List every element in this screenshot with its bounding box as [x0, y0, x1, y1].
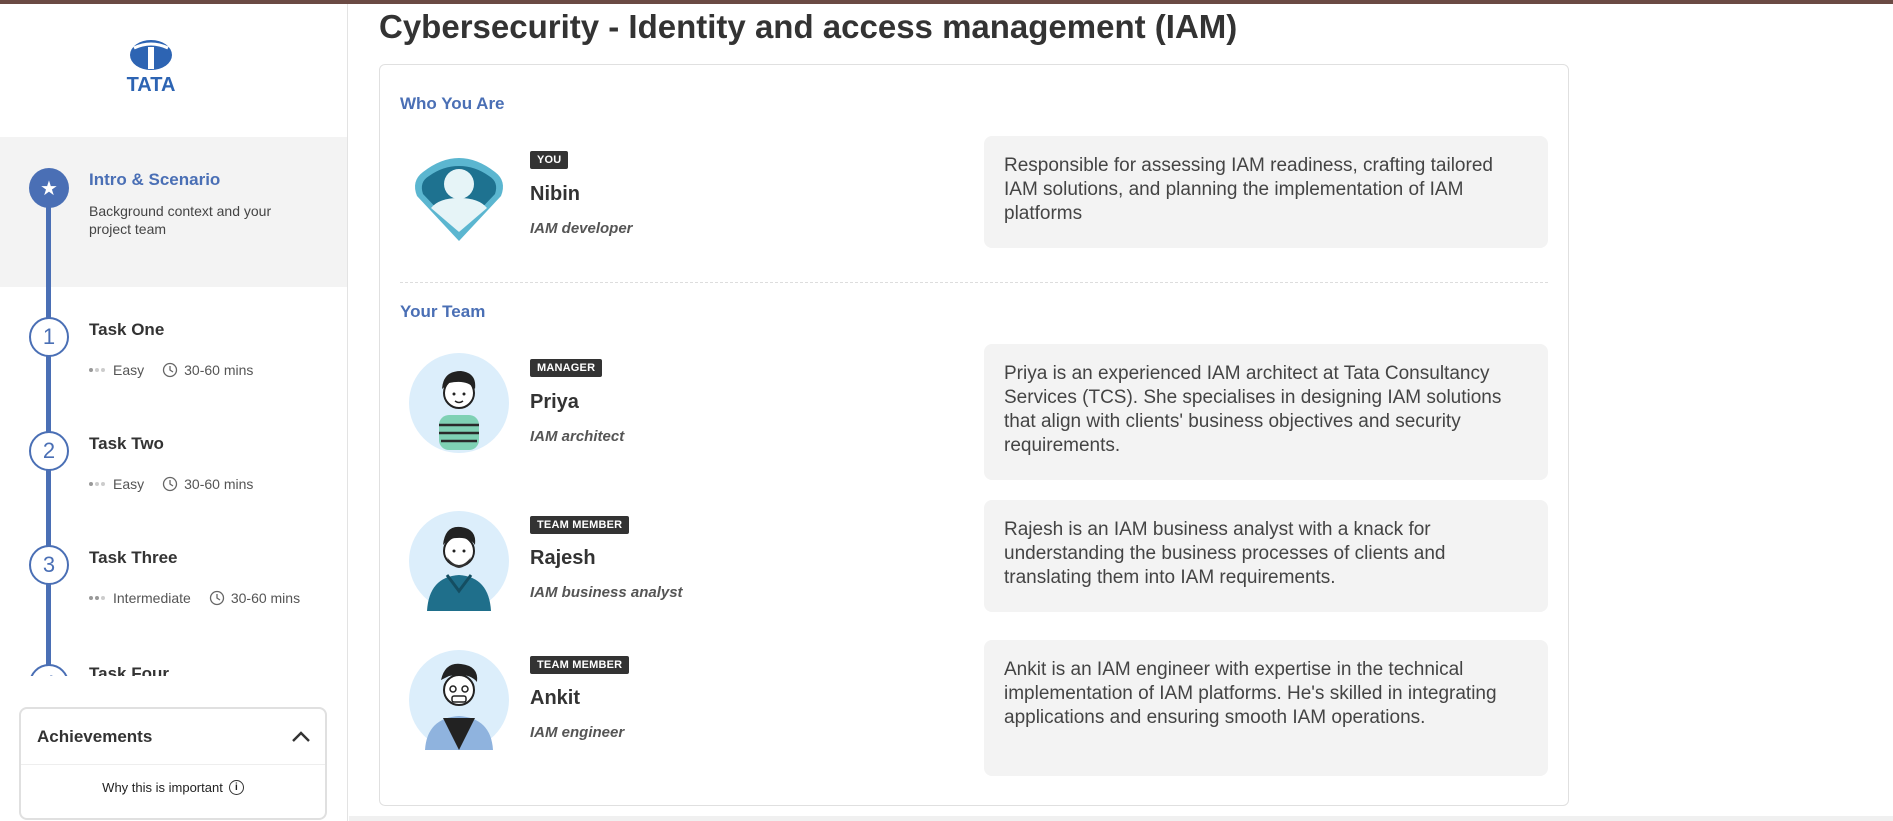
person-role: IAM engineer: [530, 724, 625, 741]
difficulty-label: Easy: [113, 362, 145, 378]
ankit-avatar-icon: [409, 650, 509, 750]
step-number-3: 3: [29, 545, 69, 585]
duration-label: 30-60 mins: [184, 362, 254, 378]
priya-avatar-icon: [409, 353, 509, 453]
person-description: Rajesh is an IAM business analyst with a…: [984, 500, 1548, 612]
sidebar: TATA ★ Intro & Scenario Background conte…: [0, 4, 348, 821]
achievements-panel: Achievements Why this is important i: [19, 707, 327, 820]
step-number-1: 1: [29, 317, 69, 357]
bottom-strip: [349, 816, 1893, 821]
clock-icon: [162, 476, 178, 492]
user-avatar-icon: [415, 158, 503, 241]
person-description: Ankit is an IAM engineer with expertise …: [984, 640, 1548, 776]
difficulty-dots-icon: [89, 482, 105, 486]
step-number-2: 2: [29, 431, 69, 471]
difficulty-label: Easy: [113, 476, 145, 492]
person-name: Ankit: [530, 687, 580, 709]
who-you-are-heading: Who You Are: [400, 94, 505, 113]
your-team-heading: Your Team: [400, 302, 486, 321]
rajesh-avatar-icon: [409, 511, 509, 611]
tata-logo-text: TATA: [126, 74, 176, 96]
clock-icon: [209, 590, 224, 606]
achievements-title: Achievements: [37, 726, 153, 746]
role-badge: YOU: [530, 151, 569, 169]
sidebar-item-task-three[interactable]: Task Three: [89, 548, 178, 568]
person-role: IAM business analyst: [530, 584, 683, 601]
step-number-4: 4: [29, 664, 69, 676]
duration-label: 30-60 mins: [184, 476, 254, 492]
achievements-header[interactable]: Achievements: [21, 709, 325, 765]
section-divider: [400, 282, 1548, 283]
page-title: Cybersecurity - Identity and access mana…: [379, 8, 1238, 45]
person-name: Priya: [530, 391, 579, 413]
sidebar-item-task-four[interactable]: Task Four: [89, 664, 169, 676]
difficulty-dots-icon: [89, 368, 105, 372]
info-icon: i: [228, 780, 244, 795]
chevron-up-icon[interactable]: [291, 730, 311, 743]
sidebar-item-intro-description: Background context and your project team: [89, 203, 272, 237]
task-one-meta: Easy 30-60 mins: [89, 362, 253, 378]
why-important-link[interactable]: Why this is important i: [21, 765, 325, 810]
duration-label: 30-60 mins: [230, 590, 301, 606]
person-description: Priya is an experienced IAM architect at…: [984, 344, 1548, 480]
why-important-label: Why this is important: [102, 780, 223, 795]
task-two-meta: Easy 30-60 mins: [89, 476, 253, 492]
sidebar-item-intro-title[interactable]: Intro & Scenario: [89, 170, 220, 190]
star-icon: ★: [29, 168, 69, 208]
task-four-clip: 4 Task Four: [0, 659, 347, 676]
clock-icon: [162, 362, 178, 378]
difficulty-dots-icon: [89, 596, 105, 600]
person-role: IAM architect: [530, 428, 625, 445]
role-badge: MANAGER: [530, 359, 603, 377]
person-name: Rajesh: [530, 547, 596, 569]
difficulty-label: Intermediate: [113, 590, 191, 606]
sidebar-item-task-one[interactable]: Task One: [89, 320, 164, 340]
person-name: Nibin: [530, 183, 580, 205]
role-badge: TEAM MEMBER: [530, 516, 630, 534]
person-role: IAM developer: [530, 220, 633, 237]
task-three-meta: Intermediate 30-60 mins: [89, 590, 300, 606]
role-badge: TEAM MEMBER: [530, 656, 630, 674]
sidebar-item-task-two[interactable]: Task Two: [89, 434, 164, 454]
person-description: Responsible for assessing IAM readiness,…: [984, 136, 1548, 248]
